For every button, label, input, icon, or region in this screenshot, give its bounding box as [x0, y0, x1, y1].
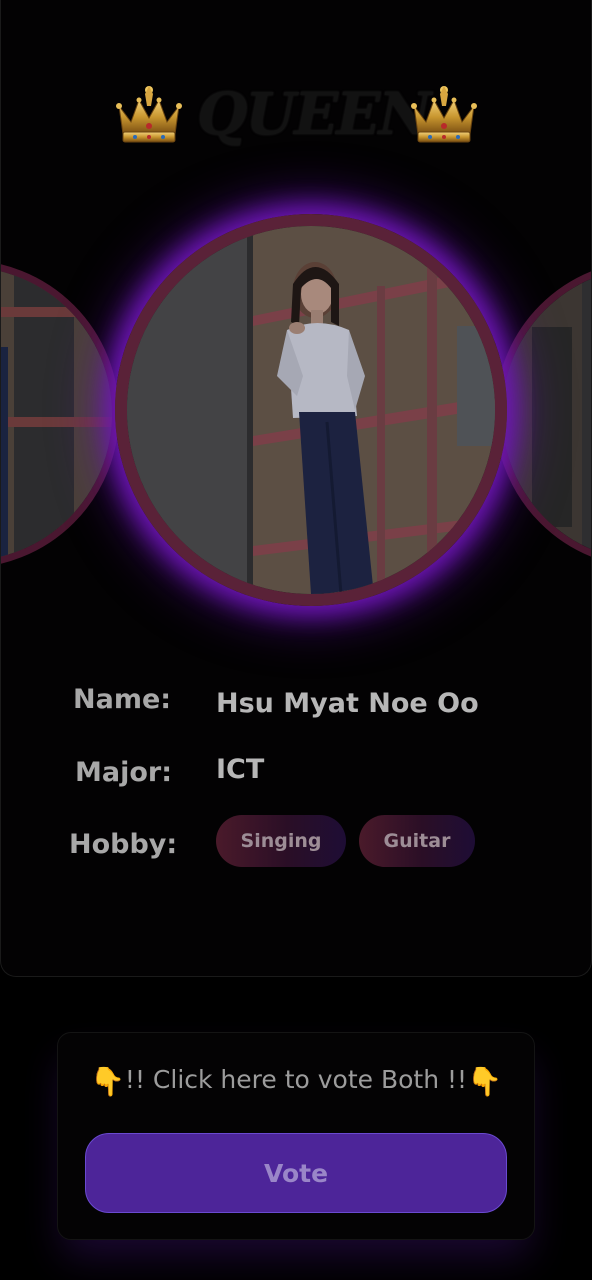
vote-prompt: 👇!! Click here to vote Both !!👇 [58, 1065, 534, 1098]
vote-button[interactable]: Vote [85, 1133, 507, 1213]
current-candidate-photo[interactable] [115, 214, 507, 606]
hobby-label: Hobby: [69, 829, 178, 860]
previous-candidate-photo[interactable] [1, 260, 119, 568]
vote-panel: 👇!! Click here to vote Both !!👇 Vote [57, 1032, 535, 1240]
pointing-down-hand-icon: 👇 [90, 1065, 125, 1098]
major-value: ICT [216, 754, 265, 785]
candidate-card: QUEEN Name: Hsu Myat Noe Oo Major: ICT H… [0, 0, 592, 977]
hobby-chip: Singing [216, 815, 346, 867]
hobby-chip: Guitar [359, 815, 475, 867]
pointing-down-hand-icon: 👇 [467, 1065, 502, 1098]
page-title: QUEEN [197, 80, 432, 148]
name-label: Name: [73, 684, 172, 715]
crown-icon [116, 86, 182, 143]
next-candidate-photo[interactable] [495, 260, 591, 568]
name-value: Hsu Myat Noe Oo [216, 688, 479, 719]
vote-prompt-text: !! Click here to vote Both !! [124, 1065, 468, 1094]
major-label: Major: [75, 757, 173, 788]
title-row: QUEEN [1, 78, 591, 158]
crown-icon [411, 86, 477, 143]
